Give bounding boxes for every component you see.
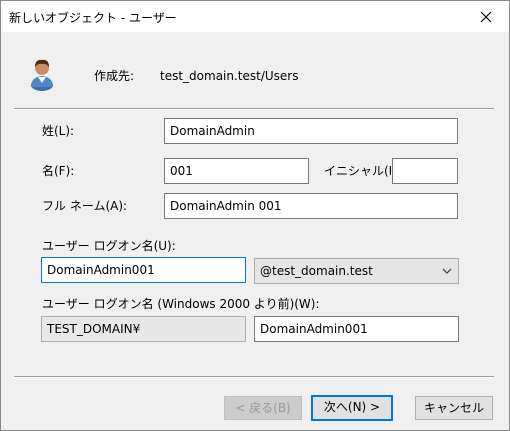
close-icon xyxy=(480,11,492,22)
last-name-label: 姓(L): xyxy=(42,124,75,138)
upn-suffix-value: @test_domain.test xyxy=(260,264,373,278)
footer-separator xyxy=(14,376,494,378)
first-name-label: 名(F): xyxy=(42,164,75,178)
chevron-down-icon xyxy=(442,268,452,274)
upn-suffix-select[interactable]: @test_domain.test xyxy=(254,258,459,284)
logon-name-input[interactable]: DomainAdmin001 xyxy=(41,257,246,283)
cancel-button[interactable]: キャンセル xyxy=(415,396,493,420)
user-icon xyxy=(31,59,53,91)
header-separator xyxy=(14,108,494,110)
first-name-input[interactable]: 001 xyxy=(164,158,309,184)
full-name-label: フル ネーム(A): xyxy=(42,199,128,213)
next-button[interactable]: 次へ(N) > xyxy=(311,395,393,421)
back-button[interactable]: < 戻る(B) xyxy=(224,396,302,420)
full-name-input[interactable]: DomainAdmin 001 xyxy=(164,193,458,219)
pre2000-logon-label: ユーザー ログオン名 (Windows 2000 より前)(W): xyxy=(42,297,320,311)
initials-label: イニシャル(I): xyxy=(324,164,401,178)
create-in-label: 作成先: xyxy=(94,69,135,83)
pre2000-domain-field: TEST_DOMAIN¥ xyxy=(41,316,246,342)
initials-input[interactable] xyxy=(392,158,458,184)
title-bar: 新しいオブジェクト - ユーザー xyxy=(1,1,509,32)
window-title: 新しいオブジェクト - ユーザー xyxy=(9,11,177,25)
create-in-value: test_domain.test/Users xyxy=(160,69,299,83)
new-user-dialog: 新しいオブジェクト - ユーザー 作成先: test_domain.test/U… xyxy=(0,0,510,431)
logon-name-label: ユーザー ログオン名(U): xyxy=(42,239,176,253)
last-name-input[interactable]: DomainAdmin xyxy=(164,118,458,144)
close-button[interactable] xyxy=(463,1,509,32)
pre2000-logon-input[interactable]: DomainAdmin001 xyxy=(254,316,459,342)
